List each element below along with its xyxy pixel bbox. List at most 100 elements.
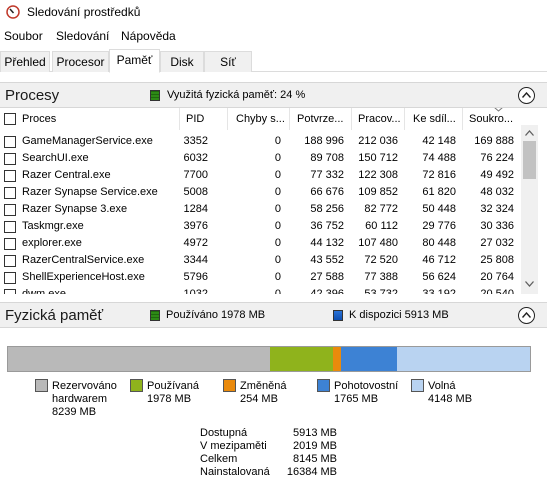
column-shareable[interactable]: Ke sdíl... <box>405 108 463 130</box>
menu-monitor[interactable]: Sledování <box>56 29 109 43</box>
table-row[interactable]: ShellExperienceHost.exe 5796 0 27 588 77 388… <box>0 269 520 286</box>
cell-private: 32 324 <box>480 203 514 215</box>
column-hard-faults[interactable]: Chyby s... <box>228 108 290 130</box>
table-row[interactable]: Razer Central.exe 7700 0 77 332 122 308 72 81… <box>0 167 520 184</box>
processes-table: Proces PID Chyby s... Potvrze... Pracov.… <box>0 108 547 294</box>
cell-commit: 188 996 <box>304 135 344 147</box>
stat-cached-value: 2019 MB <box>292 440 337 452</box>
tab-network[interactable]: Síť <box>204 51 252 72</box>
processes-scrollbar[interactable] <box>521 125 538 294</box>
cell-working-set: 107 480 <box>358 237 398 249</box>
legend-modified: Změněná 254 MB <box>240 380 287 405</box>
tab-memory[interactable]: Paměť <box>109 49 160 73</box>
cell-pid: 3352 <box>183 135 208 147</box>
process-checkbox[interactable] <box>4 289 16 294</box>
process-checkbox[interactable] <box>4 221 16 233</box>
cell-shareable: 74 488 <box>422 152 456 164</box>
process-checkbox[interactable] <box>4 187 16 199</box>
cell-process-name: RazerCentralService.exe <box>22 254 145 266</box>
table-row[interactable]: Razer Synapse 3.exe 1284 0 58 256 82 772 50 4… <box>0 201 520 218</box>
scroll-up-icon[interactable] <box>525 130 534 136</box>
cell-commit: 89 708 <box>310 152 344 164</box>
table-row[interactable]: explorer.exe 4972 0 44 132 107 480 80 448 27 0… <box>0 235 520 252</box>
scroll-thumb[interactable] <box>523 141 536 179</box>
column-working-set[interactable]: Pracov... <box>352 108 405 130</box>
cell-shareable: 33 192 <box>422 288 456 294</box>
table-row[interactable]: GameManagerService.exe 3352 0 188 996 212 03… <box>0 133 520 150</box>
memory-stats-values: 5913 MB 2019 MB 8145 MB 16384 MB <box>280 427 337 479</box>
table-row[interactable]: dwm.exe 1032 0 42 396 53 732 33 192 20 540 <box>0 286 520 294</box>
table-row[interactable]: RazerCentralService.exe 3344 0 43 552 72 520… <box>0 252 520 269</box>
column-private[interactable]: Soukro... <box>463 108 521 130</box>
legend-swatch-standby <box>317 379 330 392</box>
memory-usage-swatch <box>150 90 160 101</box>
process-checkbox[interactable] <box>4 170 16 182</box>
cell-pid: 5008 <box>183 186 208 198</box>
tab-disk[interactable]: Disk <box>160 51 204 72</box>
physical-memory-title: Fyzická paměť <box>5 307 104 324</box>
window-title: Sledování prostředků <box>27 5 141 19</box>
cell-shareable: 61 820 <box>422 186 456 198</box>
cell-process-name: Taskmgr.exe <box>22 220 84 232</box>
cell-working-set: 109 852 <box>358 186 398 198</box>
cell-process-name: SearchUI.exe <box>22 152 89 164</box>
process-checkbox[interactable] <box>4 255 16 267</box>
stat-installed-value: 16384 MB <box>286 466 337 478</box>
tab-overview[interactable]: Přehled <box>0 51 50 72</box>
cell-pid: 1284 <box>183 203 208 215</box>
column-process[interactable]: Proces <box>0 108 180 130</box>
stat-installed-label: Nainstalovaná <box>200 466 270 478</box>
cell-private: 76 224 <box>480 152 514 164</box>
stat-total-value: 8145 MB <box>292 453 337 465</box>
menu-file[interactable]: Soubor <box>4 29 43 43</box>
table-row[interactable]: Taskmgr.exe 3976 0 36 752 60 112 29 776 30 336 <box>0 218 520 235</box>
memory-bar-in-use <box>270 347 333 371</box>
cell-working-set: 72 520 <box>364 254 398 266</box>
processes-header[interactable]: Procesy Využitá fyzická paměť: 24 % <box>0 82 547 108</box>
process-checkbox[interactable] <box>4 238 16 250</box>
process-checkbox[interactable] <box>4 204 16 216</box>
processes-title: Procesy <box>5 87 60 104</box>
process-checkbox[interactable] <box>4 272 16 284</box>
cell-private: 49 492 <box>480 169 514 181</box>
cell-pid: 4972 <box>183 237 208 249</box>
cell-hard-faults: 0 <box>274 135 281 147</box>
cell-process-name: dwm.exe <box>22 288 67 294</box>
collapse-physical-memory-button[interactable] <box>518 307 535 324</box>
cell-private: 20 764 <box>480 271 514 283</box>
cell-shareable: 50 448 <box>422 203 456 215</box>
stat-available-label: Dostupná <box>200 427 248 439</box>
cell-process-name: Razer Central.exe <box>22 169 111 181</box>
physical-memory-header[interactable]: Fyzická paměť Používáno 1978 MB K dispoz… <box>0 302 547 328</box>
legend-swatch-in-use <box>130 379 143 392</box>
process-checkbox[interactable] <box>4 136 16 148</box>
table-row[interactable]: Razer Synapse Service.exe 5008 0 66 676 109 … <box>0 184 520 201</box>
column-commit[interactable]: Potvrze... <box>290 108 352 130</box>
tab-strip: Přehled Procesor Paměť Disk Síť <box>0 49 547 73</box>
cell-hard-faults: 0 <box>274 152 281 164</box>
select-all-checkbox[interactable] <box>4 113 16 125</box>
cell-private: 30 336 <box>480 220 514 232</box>
collapse-processes-button[interactable] <box>518 87 535 104</box>
legend-swatch-modified <box>223 379 236 392</box>
cell-process-name: Razer Synapse 3.exe <box>22 203 128 215</box>
cell-hard-faults: 0 <box>274 203 281 215</box>
cell-working-set: 53 732 <box>364 288 398 294</box>
chevron-up-icon <box>522 92 531 98</box>
cell-working-set: 60 112 <box>365 220 398 232</box>
scroll-down-icon[interactable] <box>525 281 534 287</box>
cell-commit: 77 332 <box>310 169 344 181</box>
cell-pid: 6032 <box>183 152 208 164</box>
menu-help[interactable]: Nápověda <box>121 29 176 43</box>
chevron-up-icon <box>522 312 531 318</box>
process-checkbox[interactable] <box>4 153 16 165</box>
cell-commit: 58 256 <box>310 203 344 215</box>
cell-hard-faults: 0 <box>274 271 281 283</box>
tab-cpu[interactable]: Procesor <box>52 51 109 72</box>
column-pid[interactable]: PID <box>180 108 228 130</box>
legend-in-use: Používaná 1978 MB <box>147 380 199 405</box>
table-row[interactable]: SearchUI.exe 6032 0 89 708 150 712 74 488 76 2… <box>0 150 520 167</box>
cell-shareable: 29 776 <box>422 220 456 232</box>
legend-swatch-reserved <box>35 379 48 392</box>
stat-available-value: 5913 MB <box>292 427 337 439</box>
